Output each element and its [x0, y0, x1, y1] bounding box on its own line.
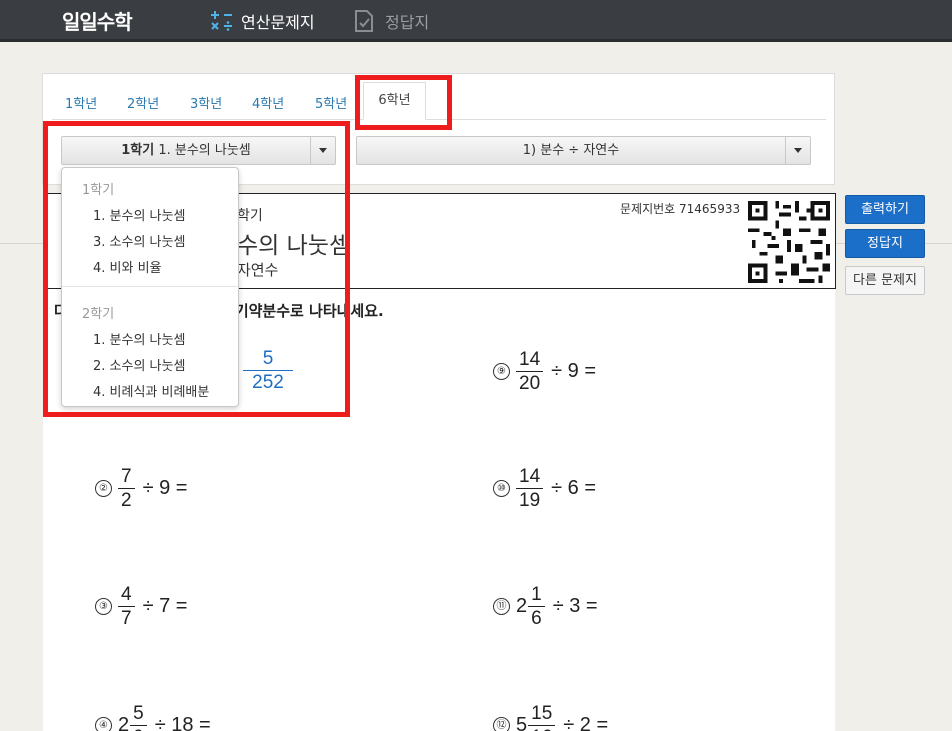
problem-number: ⑪: [493, 598, 510, 615]
chapter-select-chapter: 1. 분수의 나눗셈: [158, 143, 251, 158]
worksheet-title: 수의 나눗셈: [237, 233, 351, 259]
fraction-denominator: 20: [519, 373, 541, 394]
dropdown-group-header: 2학기: [82, 307, 115, 322]
problem-fraction: 1 6: [528, 585, 545, 628]
answer-numerator: 5: [243, 349, 293, 371]
chevron-down-icon[interactable]: [310, 137, 335, 164]
tab-grade-2[interactable]: 2학년: [127, 93, 159, 112]
top-navigation-bar: 일일수학 연산문제지 정답지: [0, 0, 952, 42]
problem-operation: ÷ 9 =: [551, 360, 597, 382]
fraction-numerator: 7: [118, 467, 135, 489]
dropdown-item-s1-ch4[interactable]: 4. 비와 비율: [93, 257, 162, 276]
worksheet-semester: 학기: [237, 208, 263, 224]
fraction-numerator: 5: [130, 704, 147, 726]
problem-fraction: 7 2: [118, 467, 135, 510]
problem-number: ⑨: [493, 363, 510, 380]
fraction-denominator: 16: [531, 726, 552, 731]
problem-operation: ÷ 3 =: [552, 595, 598, 617]
nav-answer-sheet-label: 정답지: [385, 13, 430, 32]
chapter-dropdown-menu: 1학기 1. 분수의 나눗셈 3. 소수의 나눗셈 4. 비와 비율 2학기 1…: [61, 167, 239, 407]
problem-number: ②: [95, 480, 112, 497]
instruction-text: 기약분수로 나타내세요.: [234, 302, 384, 320]
qr-code-icon: [743, 197, 835, 287]
problem-fraction: 15 16: [528, 704, 556, 731]
fraction-numerator: 1: [528, 585, 545, 607]
fraction-numerator: 15: [528, 704, 556, 726]
tab-grade-4[interactable]: 4학년: [252, 93, 284, 112]
fraction-numerator: 14: [516, 350, 544, 372]
problem-operation: ÷ 2 =: [563, 714, 609, 731]
mixed-whole: 2: [516, 595, 528, 617]
answer-denominator: 252: [252, 372, 284, 393]
problem-item: ⑩ 14 19 ÷ 6 =: [493, 467, 596, 510]
chevron-down-icon[interactable]: [785, 137, 810, 164]
problem-operation: ÷ 18 =: [154, 714, 211, 731]
dropdown-divider: [62, 286, 238, 287]
problem-operation: ÷ 9 =: [142, 477, 188, 499]
problem-number: ④: [95, 717, 112, 731]
example-answer-fraction: 5 252: [243, 349, 293, 392]
dropdown-item-s2-ch1[interactable]: 1. 분수의 나눗셈: [93, 329, 185, 348]
dropdown-group-header: 1학기: [82, 183, 115, 198]
problem-item: ③ 4 7 ÷ 7 =: [95, 585, 187, 628]
tab-grade-1[interactable]: 1학년: [65, 93, 97, 112]
tab-grade-3[interactable]: 3학년: [190, 93, 222, 112]
math-operations-icon: [209, 9, 235, 33]
tabs-divider: [52, 119, 826, 120]
problem-number: ⑩: [493, 480, 510, 497]
another-worksheet-button[interactable]: 다른 문제지: [845, 266, 925, 295]
problem-item: ⑫ 5 15 16 ÷ 2 =: [493, 704, 608, 731]
problem-fraction: 14 20: [516, 350, 544, 394]
problem-number: ⑫: [493, 717, 510, 731]
problem-operation: ÷ 6 =: [551, 477, 597, 499]
tab-grade-5[interactable]: 5학년: [315, 93, 347, 112]
topic-select-value: 1) 분수 ÷ 자연수: [522, 143, 620, 158]
nav-worksheet[interactable]: 연산문제지: [209, 9, 315, 33]
problem-fraction: 4 7: [118, 585, 135, 628]
dropdown-item-s1-ch1[interactable]: 1. 분수의 나눗셈: [93, 205, 185, 224]
mixed-whole: 2: [118, 714, 130, 731]
chapter-select[interactable]: 1학기 1. 분수의 나눗셈: [61, 136, 336, 165]
problem-item: ⑪ 2 1 6 ÷ 3 =: [493, 585, 598, 628]
dropdown-item-s2-ch2[interactable]: 2. 소수의 나눗셈: [93, 355, 185, 374]
problem-number: ③: [95, 598, 112, 615]
nav-worksheet-label: 연산문제지: [241, 13, 315, 32]
mixed-whole: 5: [516, 714, 528, 731]
site-logo[interactable]: 일일수학: [62, 6, 133, 35]
problem-item: ⑨ 14 20 ÷ 9 =: [493, 350, 596, 393]
topic-select[interactable]: 1) 분수 ÷ 자연수: [356, 136, 811, 165]
tab-grade-6[interactable]: 6학년: [363, 82, 426, 120]
fraction-denominator: 7: [121, 608, 132, 629]
problem-fraction: 14 19: [516, 467, 544, 511]
answer-sheet-button[interactable]: 정답지: [845, 229, 925, 258]
fraction-numerator: 14: [516, 467, 544, 489]
fraction-denominator: 2: [121, 490, 132, 511]
print-button[interactable]: 출력하기: [845, 195, 925, 224]
fraction-denominator: 19: [519, 490, 541, 511]
problem-item: ④ 2 5 9 ÷ 18 =: [95, 704, 211, 731]
answer-sheet-icon: [353, 9, 379, 33]
dropdown-item-s2-ch4[interactable]: 4. 비례식과 비례배분: [93, 381, 209, 400]
problem-item: ② 7 2 ÷ 9 =: [95, 467, 187, 510]
fraction-denominator: 9: [133, 726, 144, 731]
dropdown-item-s1-ch3[interactable]: 3. 소수의 나눗셈: [93, 231, 185, 250]
fraction-denominator: 6: [531, 608, 542, 629]
sheet-number: 문제지번호 71465933: [620, 202, 741, 216]
nav-answer-sheet[interactable]: 정답지: [353, 9, 429, 33]
fraction-numerator: 4: [118, 585, 135, 607]
problem-fraction: 5 9: [130, 704, 147, 731]
chapter-select-semester: 1학기: [121, 143, 155, 158]
problem-operation: ÷ 7 =: [142, 595, 188, 617]
worksheet-subtitle: 자연수: [237, 261, 279, 279]
